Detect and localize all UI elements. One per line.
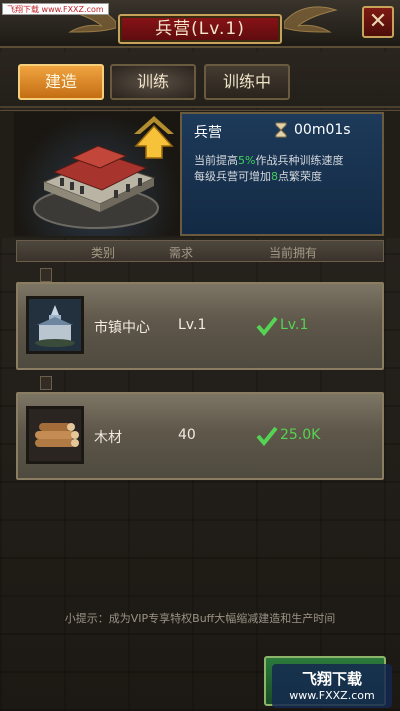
description-line-1: 当前提高5%作战兵种训练速度 <box>194 152 343 168</box>
table-row: 市镇中心 Lv.1 Lv.1 <box>16 282 384 370</box>
description-line-2: 每级兵营可增加8点繁荣度 <box>194 168 322 184</box>
barracks-building-icon <box>33 116 174 229</box>
right-wing-ornament-icon <box>284 6 338 33</box>
desc1-value: 5% <box>238 154 256 167</box>
watermark-br-line2: www.FXXZ.com <box>289 689 375 702</box>
watermark-bottom-right: 飞翔下载 www.FXXZ.com <box>272 664 392 708</box>
row-connector <box>40 376 52 390</box>
row-owned: Lv.1 <box>280 317 309 333</box>
tab-bar: 建造 训练 训练中 <box>0 52 400 108</box>
row-connector <box>40 268 52 282</box>
row-name: 市镇中心 <box>94 320 150 336</box>
row-name: 木材 <box>94 430 122 446</box>
desc1-suffix: 作战兵种训练速度 <box>255 154 344 167</box>
row-owned: 25.0K <box>280 427 321 443</box>
desc2-value: 8 <box>271 170 278 183</box>
wood-icon <box>26 406 84 464</box>
tab-training[interactable]: 训练中 <box>204 64 290 100</box>
header-category: 类别 <box>91 246 116 260</box>
requirements-header: 类别 需求 当前拥有 <box>16 240 384 262</box>
close-button[interactable]: ✕ <box>362 6 394 38</box>
building-preview <box>14 112 180 236</box>
checkmark-icon <box>256 316 278 336</box>
checkmark-icon <box>256 426 278 446</box>
tab-build[interactable]: 建造 <box>18 64 104 100</box>
header-requirement: 需求 <box>169 246 194 260</box>
desc2-prefix: 每级兵营可增加 <box>194 170 271 183</box>
tab-train[interactable]: 训练 <box>110 64 196 100</box>
desc1-prefix: 当前提高 <box>194 154 238 167</box>
building-name: 兵营 <box>194 125 222 141</box>
watermark-top: 飞翔下载 www.FXXZ.com <box>2 3 109 15</box>
desc2-suffix: 点繁荣度 <box>278 170 322 183</box>
town-center-icon <box>26 296 84 354</box>
page-title: 兵营(Lv.1) <box>118 14 282 44</box>
header-owned: 当前拥有 <box>269 246 318 260</box>
build-timer: 00m01s <box>294 122 351 138</box>
tip-text: 小提示：成为VIP专享特权Buff大幅缩减建造和生产时间 <box>64 612 336 625</box>
watermark-br-line1: 飞翔下载 <box>301 670 362 688</box>
row-requirement: 40 <box>178 427 196 443</box>
hourglass-icon <box>275 122 287 138</box>
row-requirement: Lv.1 <box>178 317 207 333</box>
table-row: 木材 40 25.0K <box>16 392 384 480</box>
